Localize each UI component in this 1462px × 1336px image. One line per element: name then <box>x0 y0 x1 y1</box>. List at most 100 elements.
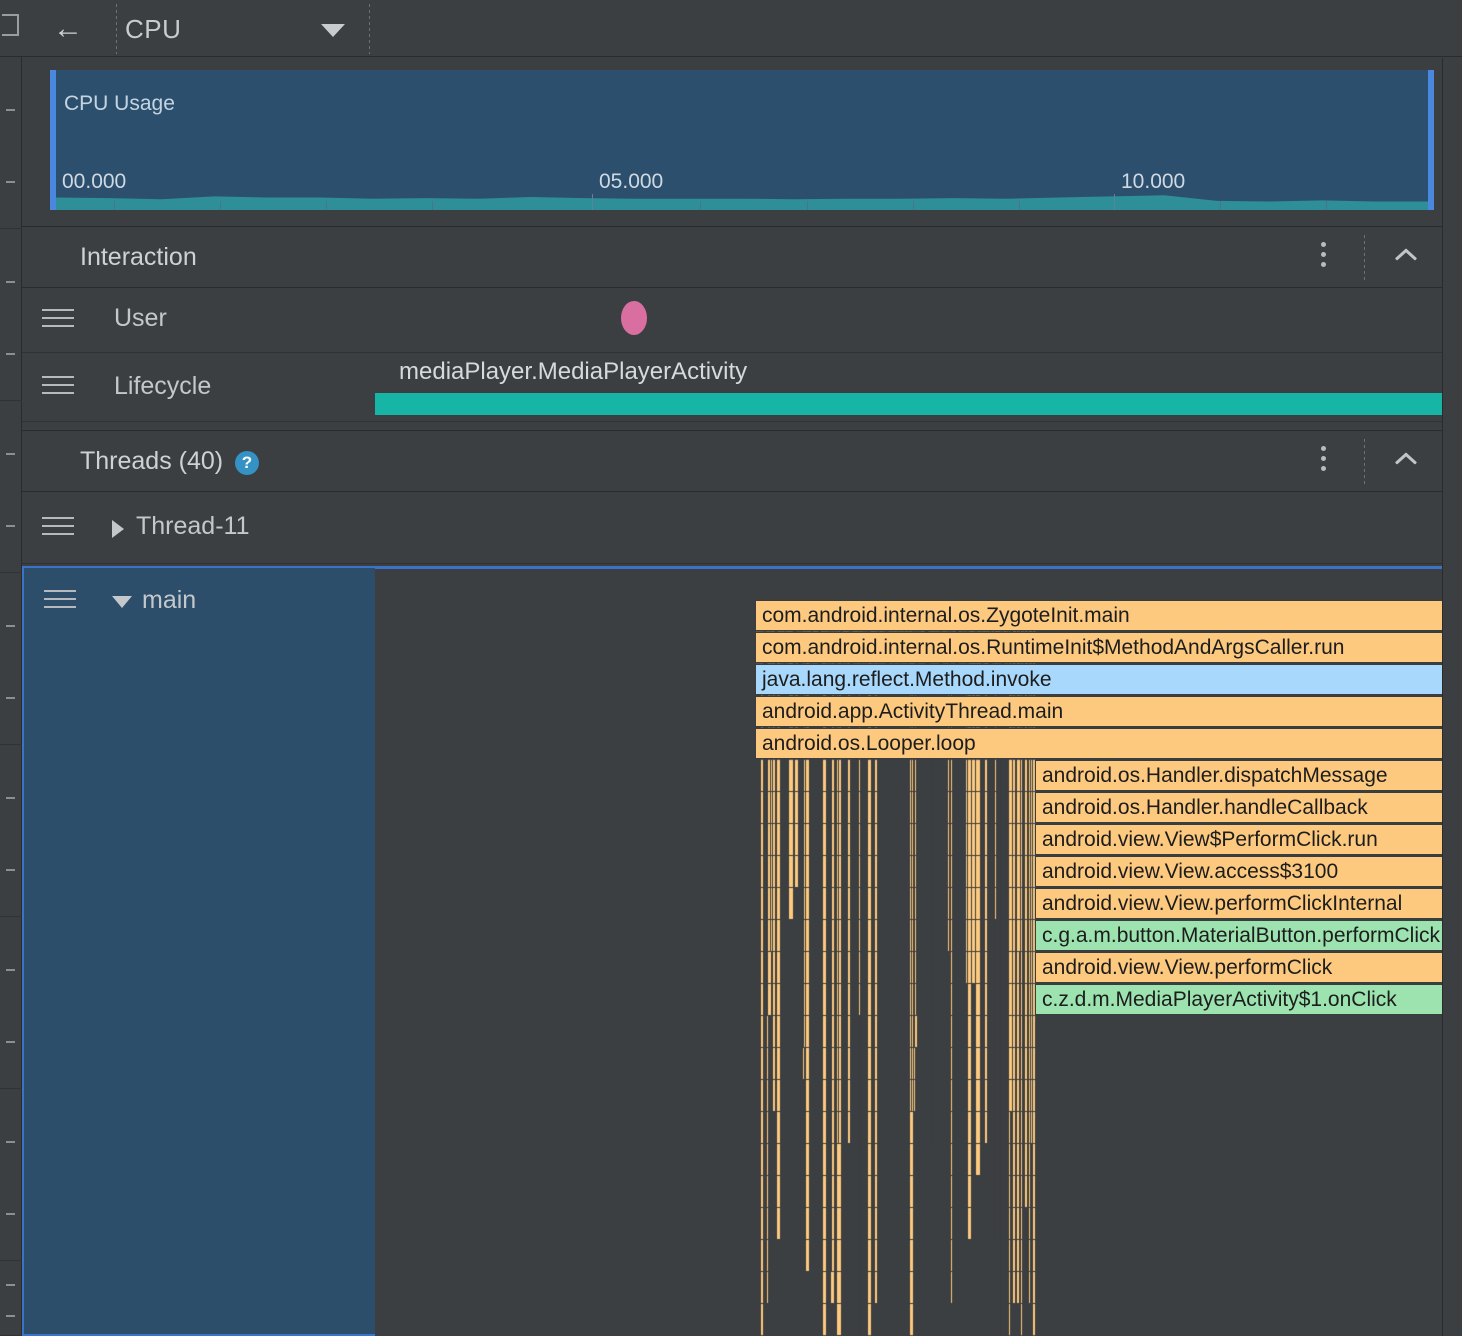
axis-tick-label-0: 00.000 <box>62 170 127 193</box>
more-vertical-icon[interactable] <box>1311 446 1335 478</box>
track-content-thread-11[interactable] <box>375 494 1462 563</box>
gutter-tick <box>6 352 15 355</box>
gutter-tick <box>6 968 15 971</box>
triangle-right-icon[interactable] <box>112 520 124 538</box>
axis-minor-tick <box>432 201 433 210</box>
gutter-band <box>0 1261 22 1336</box>
flame-frame[interactable]: java.lang.reflect.Method.invoke <box>755 664 1462 695</box>
chevron-up-icon[interactable] <box>1394 247 1418 261</box>
chevron-down-icon[interactable] <box>321 24 345 37</box>
flame-frame[interactable]: c.z.d.m.MediaPlayerActivity$1.onClick <box>1035 984 1462 1015</box>
header-separator <box>1364 235 1365 281</box>
gutter-tick <box>6 280 15 283</box>
axis-minor-tick <box>326 201 327 210</box>
track-name-main: main <box>142 586 197 614</box>
gutter-tick <box>6 1315 15 1317</box>
track-content-main[interactable]: com.android.internal.os.ZygoteInit.main c… <box>375 566 1462 1336</box>
axis-minor-tick <box>807 201 808 210</box>
track-label-lifecycle[interactable]: Lifecycle <box>22 354 375 421</box>
flame-frame[interactable]: android.os.Looper.loop <box>755 728 1462 759</box>
interaction-row-user[interactable]: User <box>22 289 1462 353</box>
toolbar-separator-left <box>116 4 117 54</box>
flame-frame[interactable]: com.android.internal.os.ZygoteInit.main <box>755 600 1462 631</box>
gutter-tick <box>6 796 15 799</box>
gutter-band <box>0 57 22 229</box>
axis-minor-tick <box>114 201 115 210</box>
flame-frame[interactable]: android.view.View.performClickInternal <box>1035 888 1462 919</box>
activity-lifecycle-bar[interactable] <box>375 393 1462 415</box>
gutter-tick <box>6 1040 15 1043</box>
gutter-tick <box>6 180 15 183</box>
gutter-band <box>0 917 22 1089</box>
drag-handle-icon[interactable] <box>42 517 74 541</box>
axis-tick-mark-1 <box>592 194 593 210</box>
right-scroll-gutter[interactable] <box>1442 58 1462 1336</box>
cpu-usage-chart[interactable]: CPU Usage 00.000 05.000 10.000 <box>50 70 1434 210</box>
axis-tick-label-1: 05.000 <box>599 170 664 193</box>
gutter-tick <box>6 1140 15 1143</box>
interaction-title: Interaction <box>80 243 197 271</box>
track-label-thread-11[interactable]: Thread-11 <box>22 494 375 563</box>
left-gutter-strip <box>0 0 22 1336</box>
axis-minor-tick <box>1019 201 1020 210</box>
flame-frame[interactable]: android.os.Handler.dispatchMessage <box>1035 760 1462 791</box>
track-content-lifecycle[interactable]: mediaPlayer.MediaPlayerActivity <box>375 354 1462 421</box>
track-content-user[interactable] <box>375 289 1462 352</box>
panel-square-icon[interactable] <box>2 14 19 36</box>
axis-minor-tick <box>1220 201 1221 210</box>
gutter-band <box>0 745 22 917</box>
flame-frame[interactable]: android.view.View.performClick <box>1035 952 1462 983</box>
flame-frame[interactable]: android.view.View.access$3100 <box>1035 856 1462 887</box>
flame-chart[interactable]: com.android.internal.os.ZygoteInit.main c… <box>750 566 1462 1336</box>
header-separator <box>1364 439 1365 485</box>
help-circle-icon[interactable]: ? <box>235 451 259 475</box>
gutter-tick <box>6 452 15 455</box>
gutter-tick <box>6 1212 15 1215</box>
track-label-main[interactable]: main <box>22 566 375 1336</box>
track-name-lifecycle: Lifecycle <box>114 372 212 400</box>
profiler-toolbar: ← CPU <box>22 0 1462 57</box>
flame-frame[interactable]: android.os.Handler.handleCallback <box>1035 792 1462 823</box>
cpu-usage-area-series <box>56 168 1428 210</box>
thread-row-main[interactable]: main com.android.internal.os.ZygoteInit.… <box>22 566 1462 1336</box>
triangle-down-icon[interactable] <box>112 596 132 608</box>
flame-frame[interactable]: com.android.internal.os.RuntimeInit$Meth… <box>755 632 1462 663</box>
toolbar-title[interactable]: CPU <box>125 9 181 49</box>
left-gutter-header <box>0 0 22 57</box>
flame-frame[interactable]: android.view.View$PerformClick.run <box>1035 824 1462 855</box>
drag-handle-icon[interactable] <box>42 309 74 333</box>
gutter-tick <box>6 1283 15 1286</box>
threads-section-header: Threads (40) ? <box>22 430 1462 492</box>
gutter-tick <box>6 868 15 871</box>
flame-frame[interactable]: c.g.a.m.button.MaterialButton.performCli… <box>1035 920 1462 951</box>
more-vertical-icon[interactable] <box>1311 242 1335 274</box>
toolbar-separator-right <box>369 4 370 54</box>
interaction-section-header: Interaction <box>22 226 1462 288</box>
threads-title: Threads (40) <box>80 447 224 475</box>
gutter-band <box>0 401 22 573</box>
track-label-user[interactable]: User <box>22 289 375 352</box>
axis-minor-tick <box>220 201 221 210</box>
interaction-row-lifecycle[interactable]: Lifecycle mediaPlayer.MediaPlayerActivit… <box>22 354 1462 422</box>
gutter-tick <box>6 624 15 627</box>
flame-frame[interactable]: android.app.ActivityThread.main <box>755 696 1462 727</box>
gutter-band <box>0 1089 22 1261</box>
gutter-tick <box>6 524 15 527</box>
cpu-profiler-panel: ← CPU CPU Usage 00.000 05.000 10.000 Int… <box>0 0 1462 1336</box>
chevron-up-icon[interactable] <box>1394 451 1418 465</box>
thread-row-thread-11[interactable]: Thread-11 <box>22 494 1462 564</box>
track-name-thread-11: Thread-11 <box>136 512 250 540</box>
drag-handle-icon[interactable] <box>44 590 76 614</box>
drag-handle-icon[interactable] <box>42 376 74 400</box>
gutter-band <box>0 573 22 745</box>
cpu-usage-chart-panel: CPU Usage 00.000 05.000 10.000 <box>22 58 1462 219</box>
gutter-tick <box>6 108 15 111</box>
touch-event-dot[interactable] <box>621 301 647 335</box>
axis-minor-tick <box>1326 201 1327 210</box>
activity-label: mediaPlayer.MediaPlayerActivity <box>399 358 748 385</box>
selection-right-handle[interactable] <box>1428 70 1434 210</box>
gutter-band <box>0 229 22 401</box>
axis-tick-mark-2 <box>1114 194 1115 210</box>
axis-minor-tick <box>913 201 914 210</box>
arrow-left-icon[interactable]: ← <box>48 10 88 48</box>
